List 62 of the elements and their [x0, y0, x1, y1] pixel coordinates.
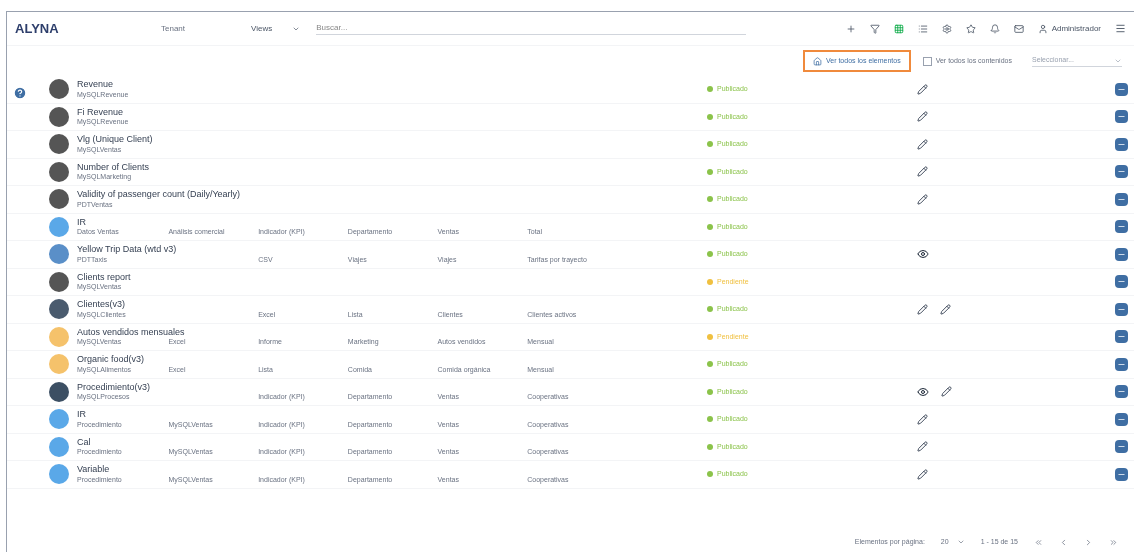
item-title[interactable]: Number of Clients [77, 161, 617, 173]
item-title[interactable]: Vlg (Unique Client) [77, 134, 617, 146]
user-name[interactable]: Administrador [1051, 22, 1101, 35]
item-title[interactable]: Cal [77, 436, 617, 448]
item-title[interactable]: Autos vendidos mensuales [77, 326, 617, 338]
star-icon[interactable] [965, 23, 976, 34]
logo[interactable]: ALYNA [15, 18, 75, 39]
pencil-icon[interactable] [917, 441, 928, 453]
filter-icon[interactable] [869, 23, 880, 34]
eye-icon[interactable] [917, 248, 929, 261]
row-toggle-button[interactable] [1115, 330, 1128, 344]
add-icon[interactable] [845, 23, 856, 34]
pencil-icon[interactable] [940, 303, 951, 315]
item-title[interactable]: Procedimiento(v3) [77, 381, 617, 393]
row-toggle-button[interactable] [1115, 192, 1128, 206]
row-toggle-button[interactable] [1115, 82, 1128, 96]
row-toggle-button[interactable] [1115, 440, 1128, 454]
pencil-icon[interactable] [917, 413, 928, 425]
help-icon[interactable] [13, 86, 27, 100]
checkbox[interactable] [922, 56, 932, 66]
item-title[interactable]: Fi Revenue [77, 106, 617, 118]
pencil-icon[interactable] [917, 166, 928, 178]
item-title[interactable]: Yellow Trip Data (wtd v3) [77, 244, 617, 256]
item-title[interactable]: Clientes(v3) [77, 299, 617, 311]
pencil-icon[interactable] [917, 138, 928, 150]
row-toggle-button[interactable] [1115, 302, 1128, 316]
pencil-icon[interactable] [917, 303, 928, 315]
grid-icon[interactable] [893, 23, 904, 34]
mail-icon[interactable] [1013, 23, 1024, 34]
tenant-label[interactable]: Tenant [161, 22, 186, 35]
row-toggle-button[interactable] [1115, 220, 1128, 234]
pencil-icon[interactable] [917, 468, 928, 480]
item-title[interactable]: Organic food(v3) [77, 354, 617, 366]
row-toggle-button[interactable] [1115, 247, 1128, 261]
row-toggle-button[interactable] [1115, 467, 1128, 481]
item-title[interactable]: Variable [77, 464, 617, 476]
menu-icon[interactable] [1115, 23, 1126, 34]
item-title[interactable]: IR [77, 216, 617, 228]
house-icon [812, 56, 822, 66]
chevron-down-icon [956, 538, 965, 546]
user-icon[interactable] [1037, 23, 1048, 34]
item-title[interactable]: Validity of passenger count (Daily/Yearly) [77, 189, 617, 201]
row-toggle-button[interactable] [1115, 357, 1128, 371]
row-toggle-button[interactable] [1115, 137, 1128, 151]
view-select[interactable]: Views [251, 22, 301, 35]
pencil-icon[interactable] [917, 111, 928, 123]
search-field[interactable]: Buscar... [316, 22, 747, 35]
pencil-icon[interactable] [941, 385, 952, 397]
row-toggle-button[interactable] [1115, 385, 1128, 399]
eye-icon[interactable] [917, 385, 929, 398]
row-toggle-button[interactable] [1115, 110, 1128, 124]
bell-icon[interactable] [989, 23, 1000, 34]
pencil-icon[interactable] [917, 83, 928, 95]
row-toggle-button[interactable] [1115, 275, 1128, 289]
row-toggle-button[interactable] [1115, 412, 1128, 426]
pencil-icon[interactable] [917, 193, 928, 205]
row-toggle-button[interactable] [1115, 165, 1128, 179]
item-title[interactable]: Revenue [77, 79, 617, 91]
item-title[interactable]: IR [77, 409, 617, 421]
settings-icon[interactable] [941, 23, 952, 34]
previous-page-icon[interactable] [1059, 537, 1068, 547]
item-title[interactable]: Clients report [77, 271, 617, 283]
